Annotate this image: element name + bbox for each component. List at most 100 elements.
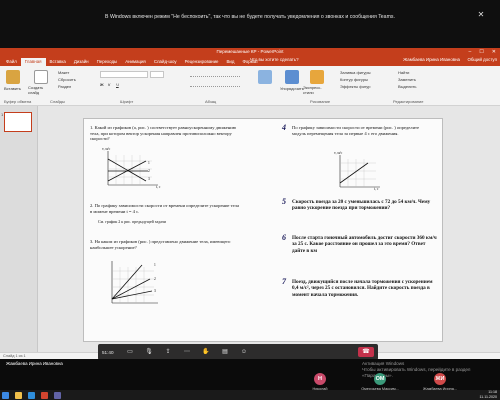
tab-file[interactable]: Файл (2, 58, 21, 66)
mic-icon[interactable]: 🎙 (144, 347, 154, 357)
account-name[interactable]: Жамбаева Ирина Ивановна (403, 57, 460, 62)
window-title: Перемешанные КР - PowerPoint (216, 49, 284, 54)
tab-review[interactable]: Рецензирование (181, 58, 223, 66)
edge-icon[interactable] (28, 391, 35, 399)
slide-number: 1 (1, 112, 4, 117)
tell-me-search[interactable]: Что вы хотите сделать? (250, 57, 299, 62)
task-7-text: Поезд, движущийся после начала торможени… (292, 279, 433, 298)
quick-styles-icon[interactable] (310, 70, 324, 84)
task-5-text: Скорость поезда за 20 с уменьшилась с 72… (292, 199, 431, 212)
share-icon[interactable]: ⇪ (163, 347, 173, 357)
shape-fill-button[interactable]: Заливка фигуры (340, 70, 371, 75)
file-explorer-icon[interactable] (15, 391, 22, 399)
slide-thumbnail-panel: 1 (0, 106, 38, 352)
title-bar: Перемешанные КР - PowerPoint – ☐ ✕ (0, 48, 500, 56)
share-button[interactable]: Общий доступ (468, 57, 498, 62)
graph-1 (107, 151, 158, 186)
avatar: ЖИ (434, 373, 446, 385)
avatar: ОМ (374, 373, 386, 385)
tab-home[interactable]: Главная (20, 58, 46, 66)
handwritten-number-6: 6 (282, 233, 286, 242)
group-drawing: Рисование (310, 99, 331, 104)
layout-button[interactable]: Макет (58, 70, 69, 75)
group-font: Шрифт (120, 99, 134, 104)
window-controls: – ☐ ✕ (469, 48, 496, 56)
graph-1-line-label-3: 3 (148, 177, 150, 181)
close-window-icon[interactable]: ✕ (492, 48, 496, 56)
teams-icon[interactable] (54, 391, 61, 399)
create-slide-button[interactable]: Создать слайд (28, 85, 52, 95)
graph-1-line-label-1: 1 (148, 161, 150, 165)
handwritten-number-7: 7 (282, 277, 286, 286)
tab-view[interactable]: Вид (223, 58, 239, 66)
group-slides: Слайды (50, 99, 65, 104)
graph-3-line-label-2: 2 (154, 277, 156, 281)
ribbon: Вставить Создать слайд Макет Сбросить Ра… (0, 66, 500, 106)
reset-button[interactable]: Сбросить (58, 77, 76, 82)
new-slide-icon[interactable] (34, 70, 48, 84)
section-button[interactable]: Раздел (58, 84, 71, 89)
tab-slideshow[interactable]: Слайд-шоу (150, 58, 181, 66)
bullets-icon[interactable] (190, 71, 240, 77)
tab-design[interactable]: Дизайн (70, 58, 93, 66)
presenter-name: Жамбаева Ирина Ивановна (6, 361, 63, 366)
graph-3-line-label-3: 3 (154, 289, 156, 293)
people-icon[interactable]: ☺ (239, 347, 249, 357)
handwritten-number-5: 5 (282, 197, 286, 206)
paste-icon[interactable] (6, 70, 20, 84)
tab-insert[interactable]: Вставка (46, 58, 70, 66)
task-2-text: 2. По графику зависимости скорости от вр… (90, 203, 239, 214)
slide-thumbnail[interactable] (4, 112, 32, 132)
group-clipboard: Буфер обмена (4, 99, 32, 104)
graph-4-xlabel: t, с (374, 187, 379, 191)
close-icon[interactable]: ✕ (476, 10, 486, 20)
raise-hand-icon[interactable]: ✋ (201, 347, 211, 357)
clock-date: 11.11.2020 (479, 395, 497, 399)
more-icon[interactable]: ⋯ (182, 347, 192, 357)
align-icon[interactable] (190, 81, 240, 87)
notification-text: В Windows включен режим "Не беспокоить",… (105, 14, 395, 20)
graph-1-xlabel: t, с (156, 185, 161, 189)
graph-1-line-label-2: 2 (148, 169, 150, 173)
meeting-timer: 51:40 (102, 349, 114, 355)
shape-effects-button[interactable]: Эффекты фигур (340, 84, 370, 89)
task-3-text: 3. На каком из графиков (рис. ) представ… (90, 239, 231, 250)
replace-button[interactable]: Заменить (398, 77, 416, 82)
group-editing: Редактирование (393, 99, 424, 104)
task-2-note: См. график 2 к рис. предыдущей задачи (98, 219, 166, 224)
slide-canvas[interactable]: 1. Какой из графиков (а, рис. ) соответс… (83, 118, 443, 342)
start-icon[interactable] (2, 391, 9, 399)
shapes-gallery-icon[interactable] (258, 70, 272, 84)
underline-icon[interactable]: Ч (116, 82, 119, 87)
font-name-select[interactable] (100, 71, 148, 78)
tab-transitions[interactable]: Переходы (93, 58, 122, 66)
task-6-text: После старта гоночный автомобиль достиг … (292, 235, 437, 254)
avatar: Н (314, 373, 326, 385)
graph-4-ylabel: v, м/с (334, 151, 343, 155)
chat-icon[interactable]: ▤ (220, 347, 230, 357)
group-paragraph: Абзац (205, 99, 217, 104)
system-clock[interactable]: 11:18 11.11.2020 (480, 390, 497, 400)
arrange-button[interactable]: Упорядочить (280, 86, 304, 91)
task-4-text: По графику зависимости скорости от време… (292, 125, 420, 136)
powerpoint-icon[interactable] (41, 391, 48, 399)
quick-styles-button[interactable]: Экспресс-стили (303, 85, 331, 95)
handwritten-number-4: 4 (282, 123, 286, 132)
bold-icon[interactable]: Ж (100, 82, 104, 87)
shape-outline-button[interactable]: Контур фигуры (340, 77, 368, 82)
video-icon[interactable]: ▭ (125, 347, 135, 357)
italic-icon[interactable]: К (108, 82, 110, 87)
arrange-icon[interactable] (285, 70, 299, 84)
paste-button[interactable]: Вставить (4, 86, 21, 91)
graph-1-ylabel: v, м/с (102, 147, 111, 151)
minimize-icon[interactable]: – (469, 48, 472, 56)
graph-3-line-label-1: 1 (154, 263, 156, 267)
phone-hangup-icon[interactable]: ☎ (358, 347, 374, 357)
maximize-icon[interactable]: ☐ (479, 48, 483, 56)
find-button[interactable]: Найти (398, 70, 409, 75)
tab-animation[interactable]: Анимация (121, 58, 150, 66)
font-size-select[interactable] (150, 71, 164, 78)
task-1-text: 1. Какой из графиков (а, рис. ) соответс… (90, 125, 237, 142)
windows-taskbar (0, 390, 500, 400)
select-button[interactable]: Выделить (398, 84, 416, 89)
